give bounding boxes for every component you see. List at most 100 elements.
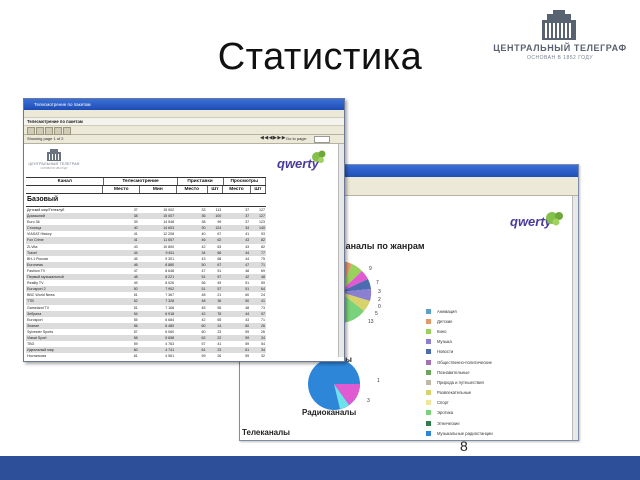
legend-swatch bbox=[426, 430, 431, 436]
legend-label: Кино bbox=[437, 328, 447, 334]
legend-item: Развлекательные bbox=[426, 388, 566, 398]
legend-label: Познавательные bbox=[437, 369, 470, 375]
table-cell: 61 bbox=[133, 354, 138, 359]
pie-label: 0 bbox=[378, 304, 381, 310]
logo-text: ЦЕНТРАЛЬНЫЙ ТЕЛЕГРАФ bbox=[493, 43, 627, 53]
table-cell: Ностальгия bbox=[27, 354, 47, 359]
go-to-page-label: Go to page: bbox=[286, 136, 307, 141]
column-header: Шт bbox=[251, 186, 267, 193]
search-icon[interactable] bbox=[54, 127, 62, 135]
table-window: Телесмотрение по пакетам Телесмотрение п… bbox=[23, 98, 345, 362]
legend-item: Новостные радиостанции bbox=[426, 438, 566, 440]
vertical-scrollbar[interactable] bbox=[338, 144, 344, 357]
legend-swatch bbox=[426, 410, 431, 416]
legend-swatch bbox=[426, 379, 431, 385]
report-logo-text: ЦЕНТРАЛЬНЫЙ ТЕЛЕГРАФ bbox=[28, 162, 80, 166]
pie-label: 5 bbox=[375, 311, 378, 317]
export-icon[interactable] bbox=[36, 127, 44, 135]
legend-label: Детские bbox=[437, 318, 453, 324]
legend-swatch bbox=[426, 308, 431, 314]
report-logo: ЦЕНТРАЛЬНЫЙ ТЕЛЕГРАФ ОСНОВАН В 1852 ГОДУ bbox=[26, 148, 82, 170]
print-icon[interactable] bbox=[27, 127, 35, 135]
legend-item: Природа и путешествия bbox=[426, 377, 566, 387]
go-to-page-input[interactable] bbox=[314, 136, 330, 143]
leaf-icon bbox=[546, 212, 563, 226]
building-icon bbox=[47, 149, 61, 161]
column-header: Шт bbox=[208, 186, 224, 193]
legend-swatch bbox=[426, 420, 431, 426]
legend-swatch bbox=[426, 359, 431, 365]
legend-item: Спорт bbox=[426, 398, 566, 408]
report-tab[interactable]: Телесмотрение по пакетам bbox=[24, 118, 344, 125]
radio-pie-chart bbox=[308, 358, 360, 410]
pie-label: 2 bbox=[378, 297, 381, 303]
genre-legend: Анимация Детские Кино Музыка Новости Обществе… bbox=[426, 306, 566, 440]
refresh-icon[interactable] bbox=[45, 127, 53, 135]
legend-label: Природа и путешествия bbox=[437, 379, 484, 385]
building-icon bbox=[542, 10, 576, 40]
stats-table: Канал Телесмотрение Приставки Просмотры … bbox=[26, 177, 267, 359]
legend-swatch bbox=[426, 390, 431, 396]
legend-item: Детские bbox=[426, 316, 566, 326]
central-telegraph-logo: ЦЕНТРАЛЬНЫЙ ТЕЛЕГРАФ ОСНОВАН В 1852 ГОДУ bbox=[490, 8, 630, 64]
pie-label: 3 bbox=[378, 289, 381, 295]
legend-swatch bbox=[426, 318, 431, 324]
logo-subtext: ОСНОВАН В 1852 ГОДУ bbox=[526, 55, 594, 61]
legend-label: Эротика bbox=[437, 410, 454, 416]
legend-swatch bbox=[426, 339, 431, 345]
page-arrows[interactable]: ◀◀◀▶▶▶ bbox=[260, 135, 286, 141]
menu-bar[interactable] bbox=[24, 110, 344, 118]
report-area: ЦЕНТРАЛЬНЫЙ ТЕЛЕГРАФ ОСНОВАН В 1852 ГОДУ… bbox=[24, 144, 344, 359]
footer-bar bbox=[0, 456, 640, 480]
report-logo-subtext: ОСНОВАН В 1852 ГОДУ bbox=[40, 167, 68, 170]
legend-item: Музыка bbox=[426, 337, 566, 347]
legend-label: Развлекательные bbox=[437, 390, 472, 396]
table-header-columns: Место Мин Место Шт Место Шт bbox=[26, 185, 267, 194]
column-header: Место bbox=[177, 186, 208, 193]
group-label: Базовый bbox=[26, 194, 266, 207]
column-header: Мин bbox=[140, 186, 177, 193]
page-number: 8 bbox=[460, 438, 468, 454]
column-header: Место bbox=[103, 186, 141, 193]
legend-label: Новости bbox=[437, 349, 454, 355]
pie-label: 9 bbox=[369, 266, 372, 272]
table-window-titlebar[interactable]: Телесмотрение по пакетам bbox=[24, 99, 344, 110]
leaf-icon bbox=[312, 150, 326, 163]
pie-label: 7 bbox=[376, 280, 379, 286]
legend-item: Музыкальные радиостанции bbox=[426, 428, 566, 438]
column-group-header: Канал bbox=[26, 178, 105, 185]
column-header: Место bbox=[223, 186, 251, 193]
legend-swatch bbox=[426, 349, 431, 355]
radio-heading: Радиоканалы bbox=[302, 408, 357, 417]
table-cell: 59 bbox=[245, 354, 250, 359]
legend-item: Этнические bbox=[426, 418, 566, 428]
pie-label: 3 bbox=[367, 398, 370, 404]
table-cell: 4 561 bbox=[165, 354, 175, 359]
page-indicator: Showing page 1 of 2 bbox=[27, 136, 64, 141]
legend-item: Эротика bbox=[426, 408, 566, 418]
report-toolbar bbox=[24, 125, 344, 135]
legend-item: Анимация bbox=[426, 306, 566, 316]
table-row: Ностальгия 61 4 561 59 26 59 32 bbox=[26, 353, 266, 359]
table-cell: 59 bbox=[201, 354, 206, 359]
zoom-icon[interactable] bbox=[63, 127, 71, 135]
legend-item: Общественно-политические bbox=[426, 357, 566, 367]
table-header-groups: Канал Телесмотрение Приставки Просмотры bbox=[26, 177, 266, 185]
legend-label: Этнические bbox=[437, 420, 460, 426]
legend-label: Музыка bbox=[437, 339, 452, 345]
legend-item: Новости bbox=[426, 347, 566, 357]
column-group-header: Приставки bbox=[178, 178, 224, 185]
legend-label: Спорт bbox=[437, 400, 449, 406]
table-cell: 32 bbox=[260, 354, 265, 359]
legend-label: Музыкальные радиостанции bbox=[437, 430, 493, 436]
legend-swatch bbox=[426, 328, 431, 334]
column-group-header: Просмотры bbox=[224, 178, 266, 185]
tv-heading: Телеканалы bbox=[242, 428, 291, 437]
legend-item: Познавательные bbox=[426, 367, 566, 377]
legend-swatch bbox=[426, 400, 431, 406]
legend-item: Кино bbox=[426, 326, 566, 336]
vertical-scrollbar[interactable] bbox=[572, 196, 578, 440]
column-header-empty bbox=[26, 186, 104, 193]
page-navigation: Showing page 1 of 2 ◀◀◀▶▶▶ Go to page: bbox=[24, 135, 344, 144]
pie-label: 13 bbox=[368, 319, 374, 325]
